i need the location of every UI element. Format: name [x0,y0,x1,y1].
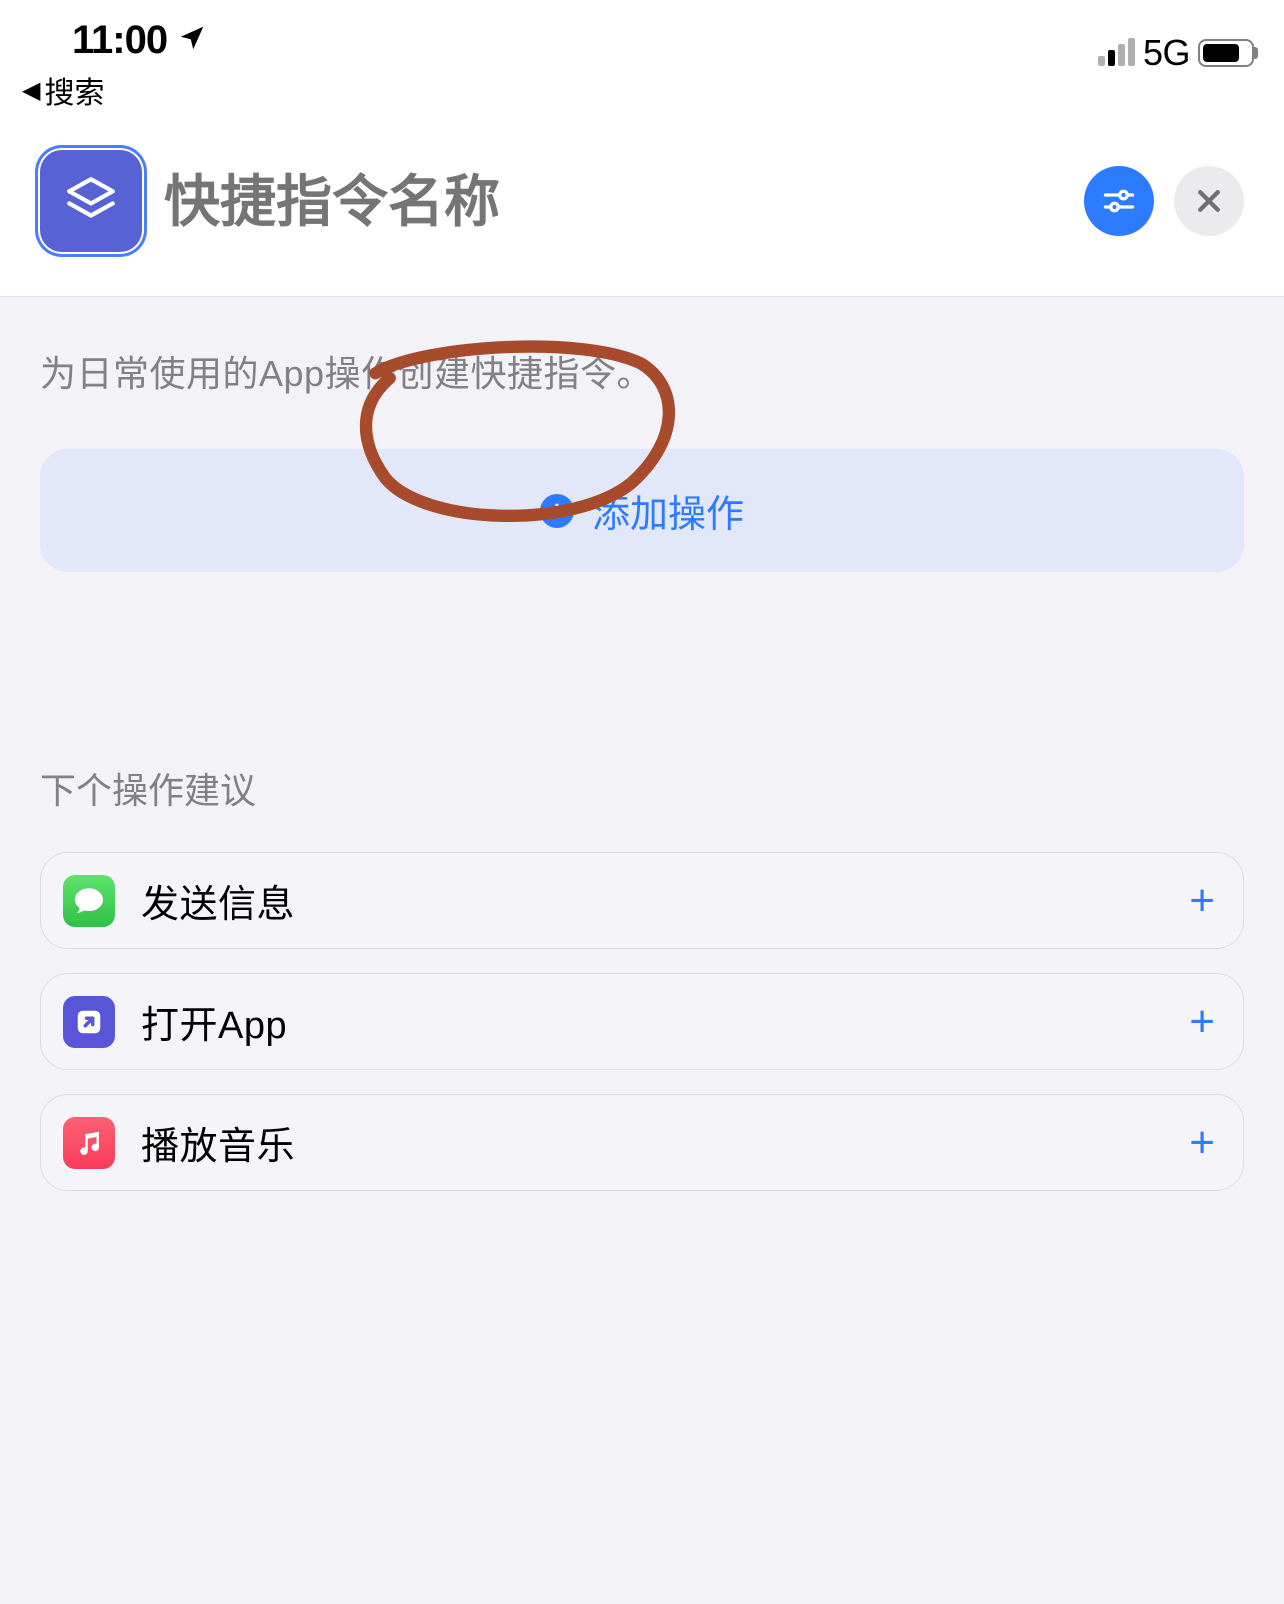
messages-icon [63,875,115,927]
back-label: 搜索 [44,68,104,112]
close-button[interactable] [1174,166,1244,236]
shortcut-app-icon[interactable] [40,150,142,252]
instruction-text: 为日常使用的App操作创建快捷指令。 [40,347,1244,401]
suggestion-label: 打开App [141,994,1163,1049]
suggestion-send-message[interactable]: 发送信息 + [40,852,1244,949]
plus-circle-icon: + [540,494,574,528]
suggestion-open-app[interactable]: 打开App + [40,973,1244,1070]
suggestion-label: 发送信息 [141,873,1163,928]
back-caret-icon: ◀ [22,76,40,105]
settings-button[interactable] [1084,166,1154,236]
suggestions-title: 下个操作建议 [40,762,1244,814]
sliders-icon [1101,183,1137,219]
status-bar: 11:00 5G [0,0,1284,68]
plus-icon: + [1189,876,1215,926]
layers-icon [62,172,120,230]
network-label: 5G [1143,32,1190,74]
suggestions-section: 下个操作建议 发送信息 + 打开App + 播放音乐 + [40,762,1244,1191]
suggestion-play-music[interactable]: 播放音乐 + [40,1094,1244,1191]
status-time-section: 11:00 [72,18,207,63]
close-icon [1194,186,1224,216]
music-icon [63,1117,115,1169]
plus-icon: + [1189,997,1215,1047]
shortcut-name-input[interactable] [164,169,1062,234]
suggestion-label: 播放音乐 [141,1115,1163,1170]
status-time: 11:00 [72,18,167,63]
content-area: 为日常使用的App操作创建快捷指令。 + 添加操作 下个操作建议 发送信息 + … [0,297,1284,1265]
back-to-search[interactable]: ◀ 搜索 [0,68,1284,120]
signal-icon [1098,40,1135,66]
add-action-label: 添加操作 [592,483,744,538]
status-indicators: 5G [1098,18,1254,74]
location-icon [177,18,207,63]
add-action-button[interactable]: + 添加操作 [40,449,1244,572]
open-app-icon [63,996,115,1048]
header-buttons [1084,166,1244,236]
plus-icon: + [1189,1118,1215,1168]
battery-icon [1198,39,1254,67]
header [0,120,1284,297]
shortcut-title-container [164,169,1062,234]
